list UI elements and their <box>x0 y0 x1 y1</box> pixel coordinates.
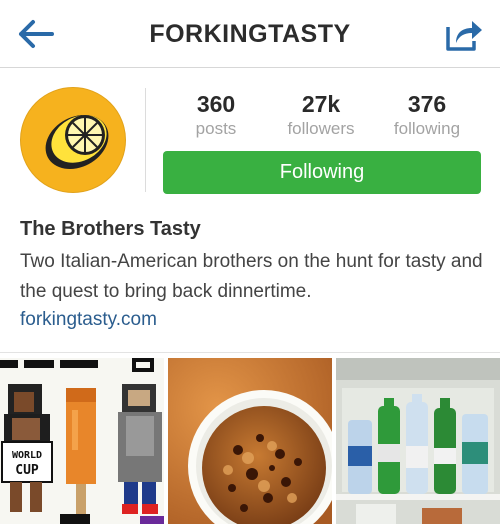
pixel-art-characters-image: WORLD CUP <box>0 358 164 524</box>
followers-label: followers <box>287 119 355 138</box>
avatar-divider <box>145 88 146 192</box>
fridge-bottles-image <box>336 358 500 524</box>
section-divider <box>0 352 500 353</box>
bread-pudding-image <box>168 358 332 524</box>
posts-count: 360 <box>196 91 236 117</box>
page-title: FORKINGTASTY <box>149 20 351 48</box>
lemon-icon <box>45 115 109 169</box>
followers-stat[interactable]: 27k followers <box>266 90 376 140</box>
svg-text:CUP: CUP <box>15 463 39 478</box>
profile-bio: Two Italian-American brothers on the hun… <box>20 251 483 302</box>
photo-tile-fridge[interactable] <box>336 358 500 524</box>
svg-text:WORLD: WORLD <box>12 450 42 461</box>
followers-count: 27k <box>301 91 341 117</box>
following-button[interactable]: Following <box>163 151 481 194</box>
photo-tile-bread-pudding[interactable] <box>168 358 332 524</box>
posts-label: posts <box>195 119 237 138</box>
posts-stat[interactable]: 360 posts <box>161 90 271 140</box>
photo-grid: WORLD CUP <box>0 358 500 524</box>
profile-avatar[interactable] <box>20 87 126 193</box>
share-icon <box>446 21 482 51</box>
following-label: following <box>393 119 461 138</box>
profile-name: The Brothers Tasty <box>20 218 201 240</box>
following-stat[interactable]: 376 following <box>372 90 482 140</box>
top-nav-bar: FORKINGTASTY <box>0 0 500 68</box>
share-button[interactable] <box>442 16 486 54</box>
following-count: 376 <box>407 91 447 117</box>
profile-website-link[interactable]: forkingtasty.com <box>20 309 157 331</box>
photo-tile-pixel-art[interactable]: WORLD CUP <box>0 358 164 524</box>
